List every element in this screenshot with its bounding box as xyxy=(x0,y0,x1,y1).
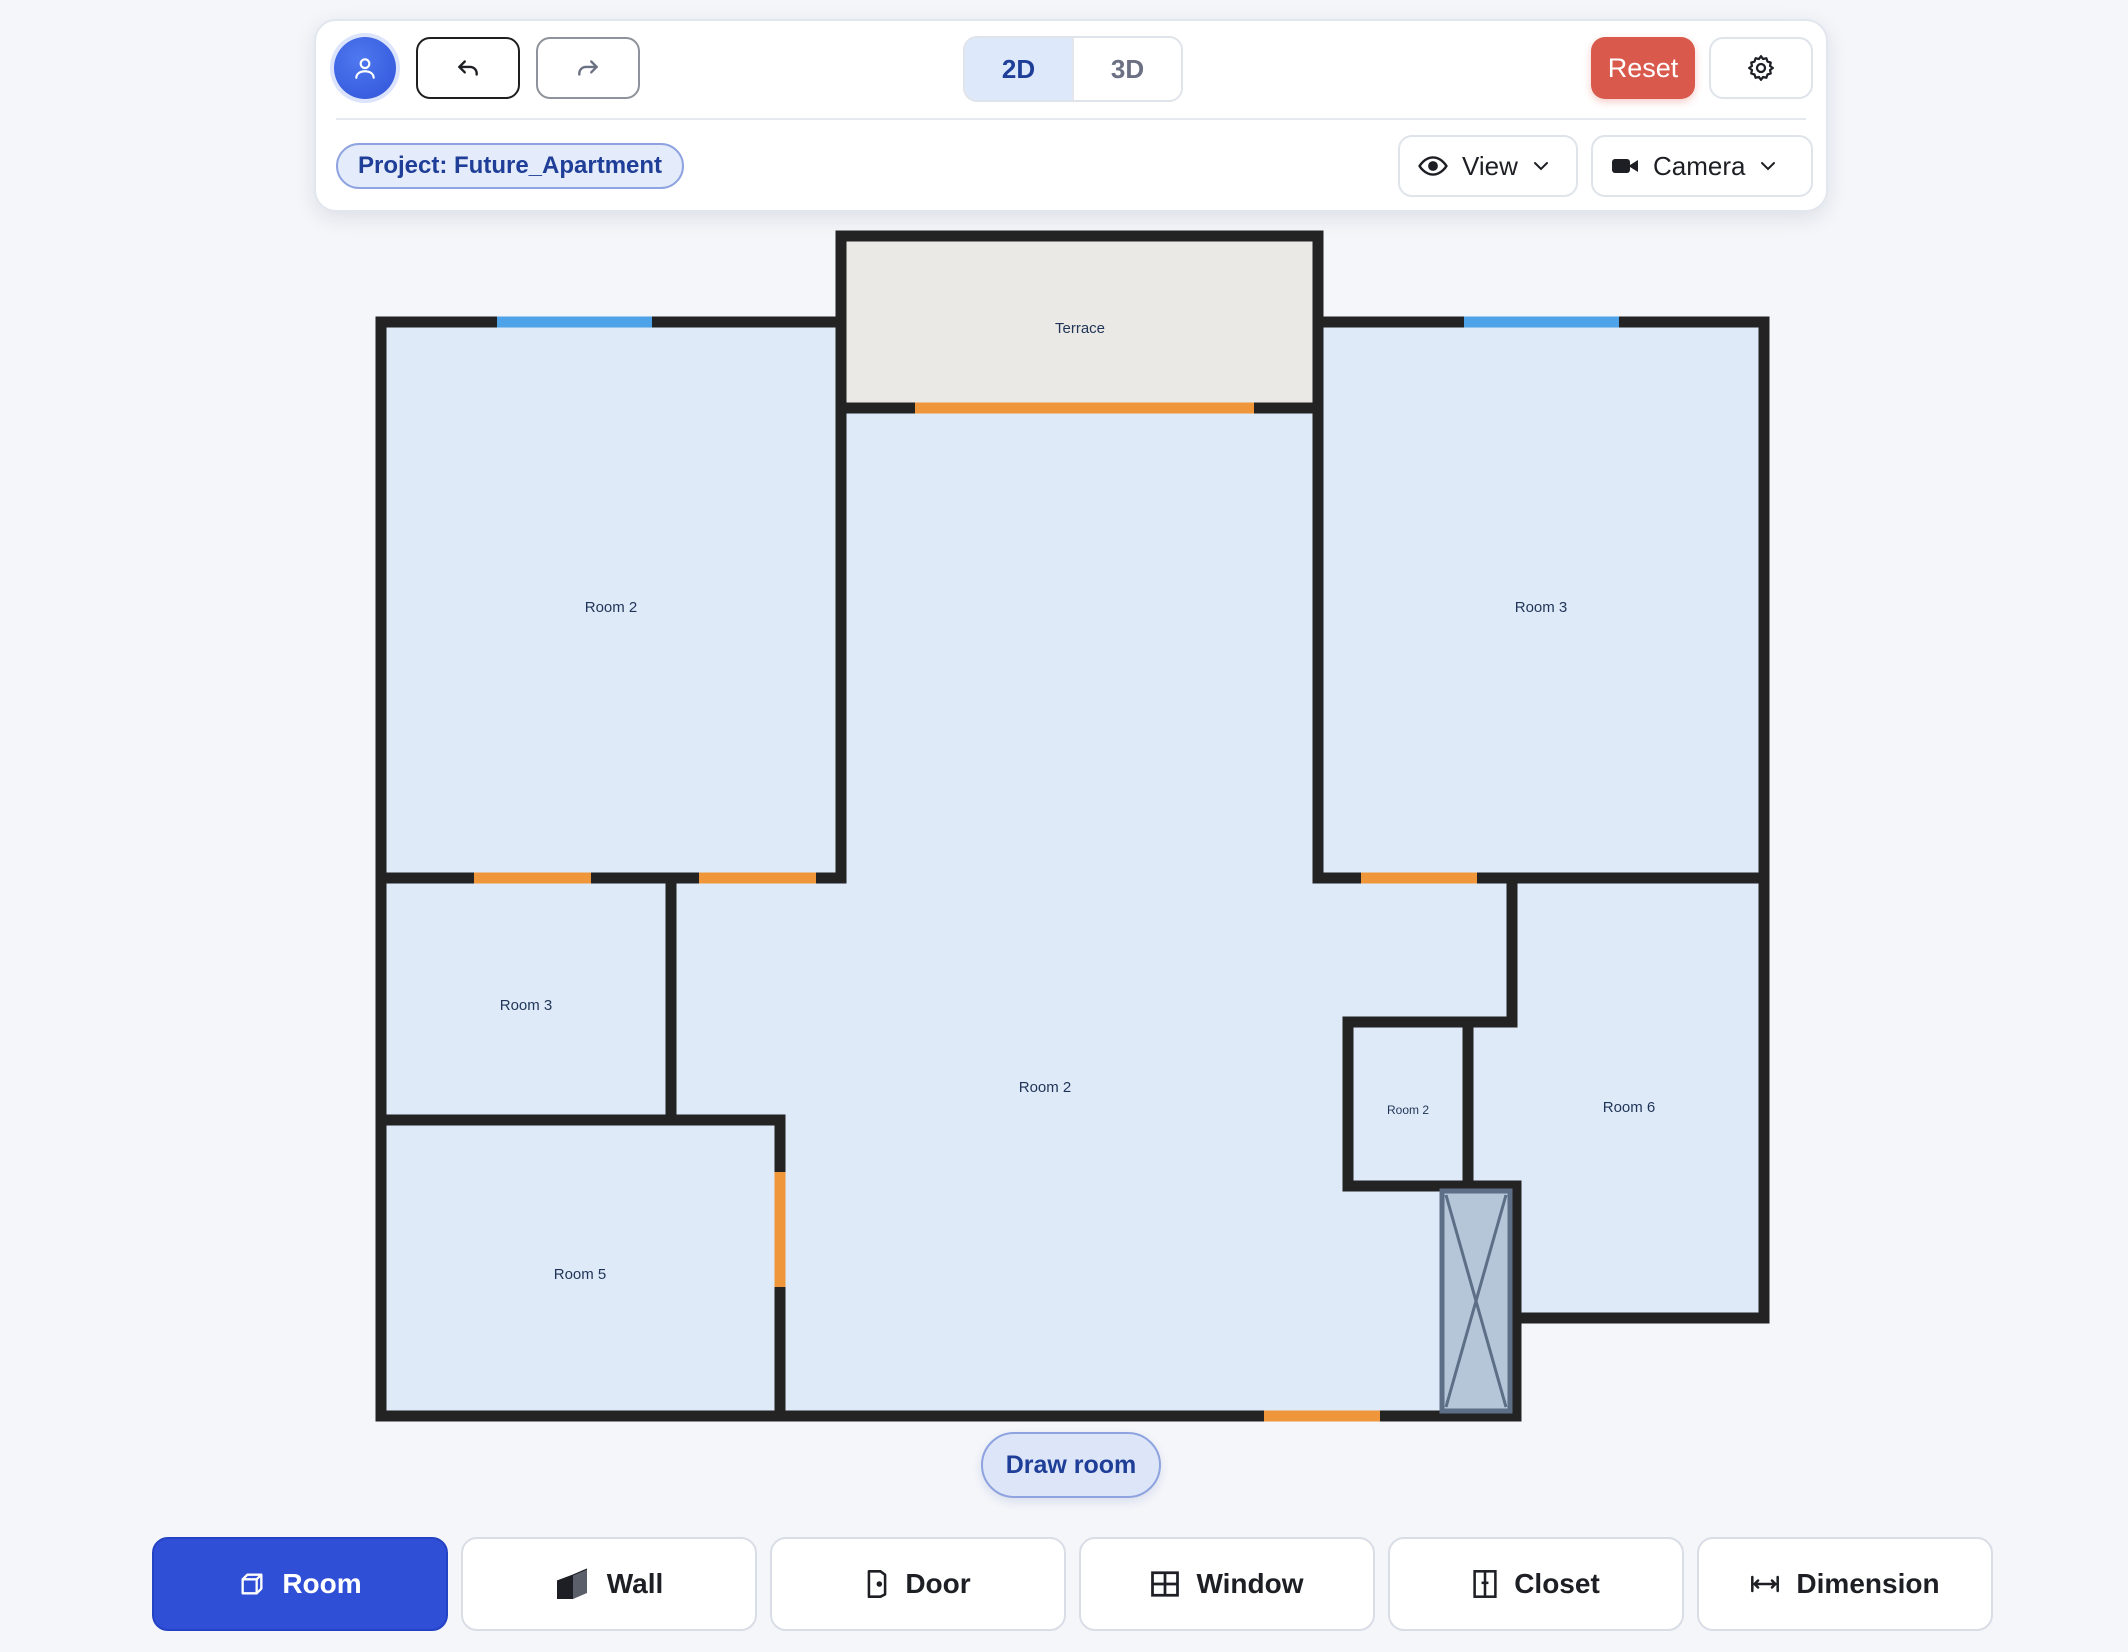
tool-closet-button[interactable]: Closet xyxy=(1388,1537,1684,1631)
room-label-room-5: Room 5 xyxy=(554,1266,607,1283)
tool-door-button[interactable]: Door xyxy=(770,1537,1066,1631)
tool-wall-button[interactable]: Wall xyxy=(461,1537,757,1631)
room-label-room-2-center: Room 2 xyxy=(1019,1079,1072,1096)
room-label-room-6: Room 6 xyxy=(1603,1099,1656,1116)
tool-door-label: Door xyxy=(905,1568,971,1599)
tool-dimension-button[interactable]: Dimension xyxy=(1697,1537,1993,1631)
closet-icon xyxy=(1473,1570,1497,1598)
tool-wall-label: Wall xyxy=(606,1568,664,1599)
room-label-room-2-small: Room 2 xyxy=(1387,1103,1429,1117)
draw-room-button[interactable]: Draw room xyxy=(981,1432,1161,1498)
room-label-room-2-left: Room 2 xyxy=(585,599,638,616)
dimension-ruler-icon xyxy=(1751,1575,1780,1593)
room-label-room-3-right: Room 3 xyxy=(1515,599,1568,616)
tool-window-label: Window xyxy=(1196,1568,1304,1599)
door-icon xyxy=(867,1570,887,1598)
wall-icon xyxy=(556,1568,587,1599)
tool-closet-label: Closet xyxy=(1514,1568,1600,1599)
room-label-room-3-small: Room 3 xyxy=(500,997,553,1014)
tool-room-label: Room xyxy=(282,1568,362,1599)
window-icon xyxy=(1151,1571,1180,1597)
floorplan-canvas[interactable]: Terrace Room 2 Room 3 Room 3 Room 2 Room… xyxy=(0,0,2128,1652)
tool-window-button[interactable]: Window xyxy=(1079,1537,1375,1631)
closet[interactable] xyxy=(1439,1188,1513,1414)
tool-dimension-label: Dimension xyxy=(1796,1568,1940,1599)
tool-room-button[interactable]: Room xyxy=(152,1537,448,1631)
room-cube-icon xyxy=(241,1573,263,1595)
room-label-terrace: Terrace xyxy=(1055,320,1105,337)
